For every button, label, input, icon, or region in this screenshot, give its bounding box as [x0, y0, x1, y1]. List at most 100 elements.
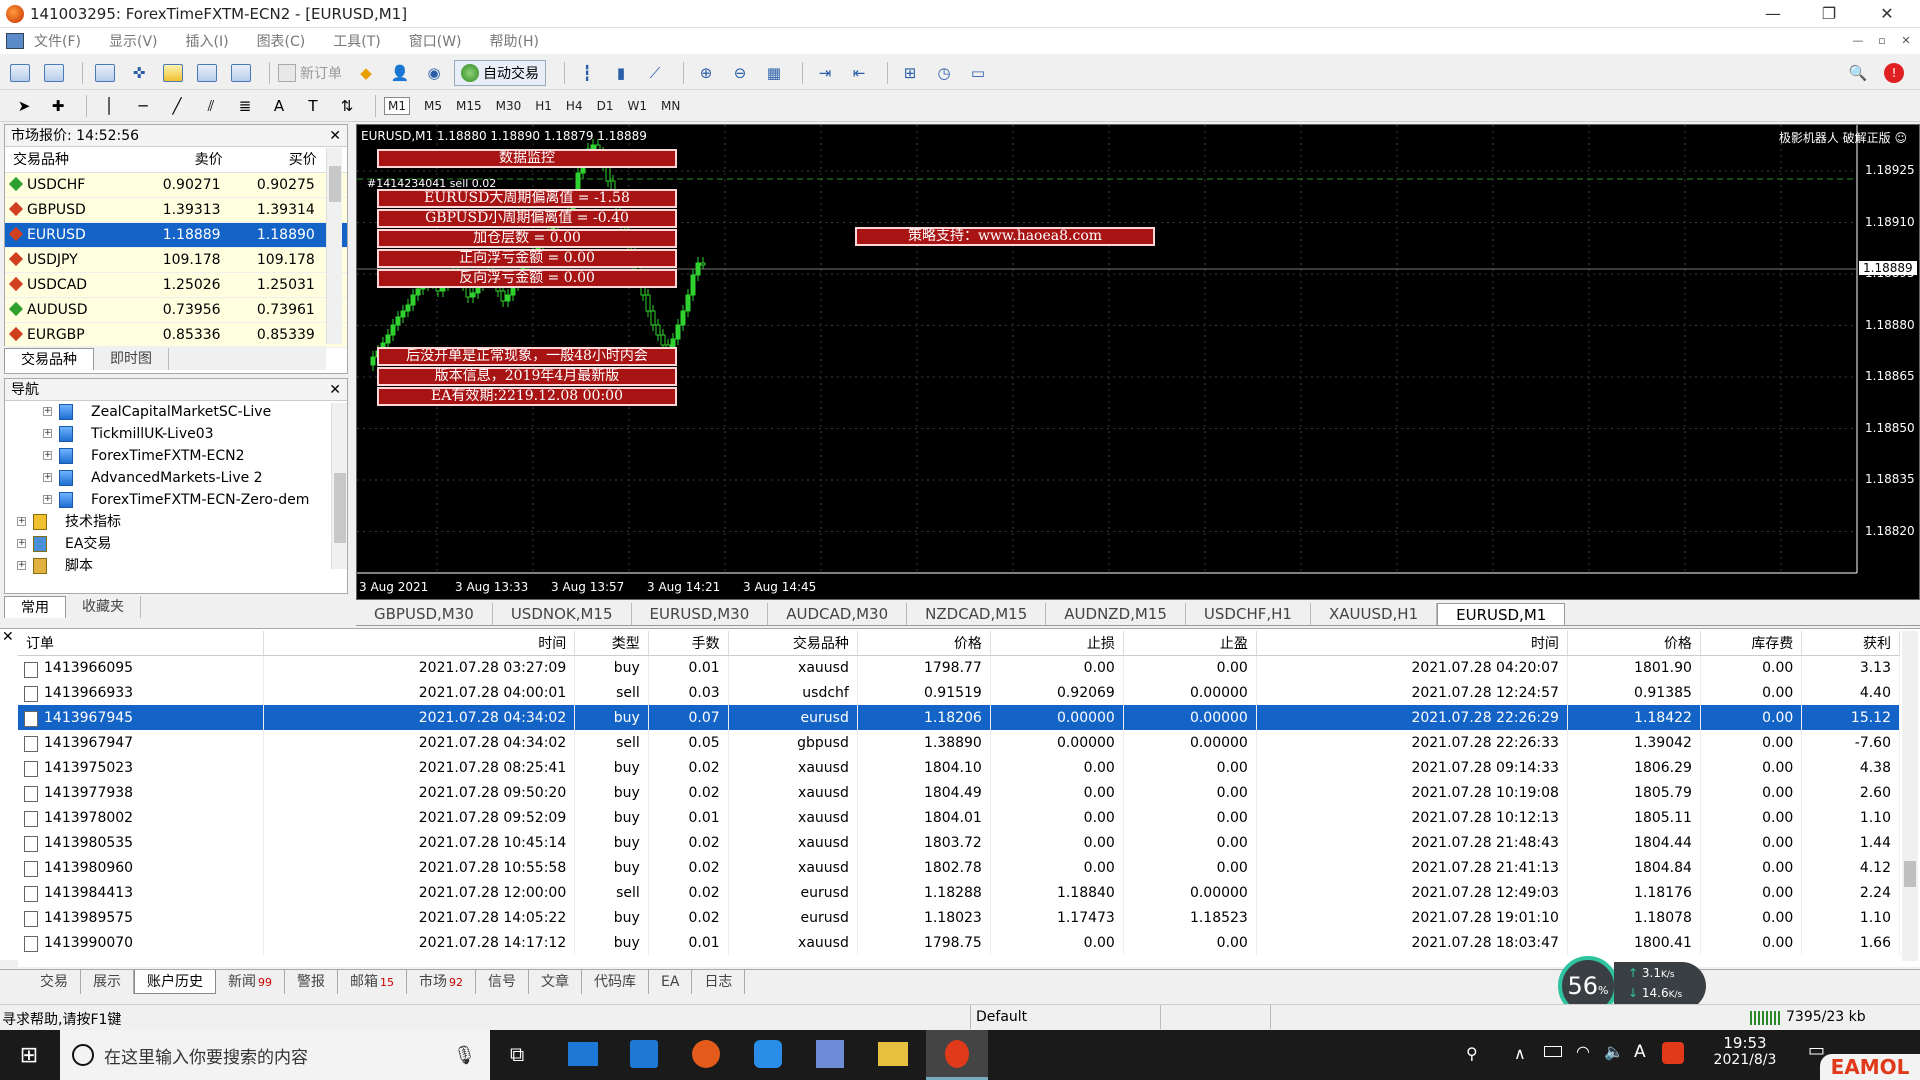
market-watch-scrollbar[interactable] [326, 148, 342, 344]
chart-tab[interactable]: AUDCAD,M30 [768, 603, 908, 625]
chart-tab[interactable]: EURUSD,M30 [632, 603, 769, 625]
sogou-icon[interactable] [1662, 1042, 1684, 1064]
tab-symbols[interactable]: 交易品种 [4, 348, 94, 370]
tile-windows-icon[interactable]: ▦ [760, 60, 788, 86]
menu-help[interactable]: 帮助(H) [490, 31, 539, 51]
navigator-group[interactable]: + 脚本 [5, 555, 347, 577]
crosshair-icon[interactable]: ✜ [125, 60, 153, 86]
restore-button[interactable]: ❐ [1806, 0, 1852, 28]
terminal-tab[interactable]: 展示 [81, 970, 134, 994]
metaeditor-icon[interactable]: ◆ [352, 60, 380, 86]
minimize-button[interactable]: — [1750, 0, 1796, 28]
history-col-header[interactable]: 时间 [1256, 631, 1568, 656]
microphone-icon[interactable]: 🎙 [453, 1045, 476, 1066]
new-chart-icon[interactable] [6, 60, 34, 86]
timeframe-mn[interactable]: MN [661, 99, 680, 113]
timeframe-d1[interactable]: D1 [597, 99, 614, 113]
terminal-tab[interactable]: 信号 [476, 970, 529, 994]
history-col-header[interactable]: 手数 [648, 631, 729, 656]
terminal-icon[interactable] [193, 60, 221, 86]
history-row[interactable]: 1413978002 2021.07.28 09:52:09 buy 0.01 xauu… [18, 805, 1900, 830]
history-col-header[interactable]: 止损 [990, 631, 1124, 656]
profiles-icon[interactable] [40, 60, 68, 86]
mdi-restore-icon[interactable]: ▫ [1872, 32, 1892, 50]
chart-tab[interactable]: AUDNZD,M15 [1046, 603, 1186, 625]
history-row[interactable]: 1413980535 2021.07.28 10:45:14 buy 0.02 xauu… [18, 830, 1900, 855]
ime-indicator[interactable]: A [1634, 1042, 1646, 1062]
timeframe-m1[interactable]: M1 [384, 96, 410, 115]
crosshair-tool-icon[interactable]: ✚ [44, 93, 72, 119]
chart-shift-icon[interactable]: ⇤ [845, 60, 873, 86]
timeframe-h1[interactable]: H1 [535, 99, 552, 113]
navigator-account[interactable]: + AdvancedMarkets-Live 2 [5, 467, 347, 489]
history-scrollbar[interactable] [1902, 631, 1918, 961]
navigator-icon[interactable] [159, 60, 187, 86]
close-icon[interactable]: ✕ [329, 125, 341, 147]
horizontal-line-icon[interactable]: ─ [129, 93, 157, 119]
terminal-tab[interactable]: 日志 [692, 970, 746, 994]
history-row[interactable]: 1413980960 2021.07.28 10:55:58 buy 0.02 xauu… [18, 855, 1900, 880]
auto-trading-button[interactable]: 自动交易 [454, 59, 546, 86]
battery-icon[interactable] [1544, 1046, 1562, 1057]
volume-icon[interactable]: 🔈 [1604, 1042, 1624, 1061]
menu-charts[interactable]: 图表(C) [257, 31, 306, 51]
expand-icon[interactable]: + [43, 451, 52, 460]
expand-icon[interactable]: + [43, 495, 52, 504]
strategy-tester-icon[interactable] [227, 60, 255, 86]
history-row[interactable]: 1413967945 2021.07.28 04:34:02 buy 0.07 euru… [18, 705, 1900, 730]
fibonacci-icon[interactable]: ≣ [231, 93, 259, 119]
zoom-in-icon[interactable]: ⊕ [692, 60, 720, 86]
periods-icon[interactable]: ◷ [930, 60, 958, 86]
start-icon[interactable]: ⊞ [0, 1030, 58, 1080]
history-row[interactable]: 1413975023 2021.07.28 08:25:41 buy 0.02 xauu… [18, 755, 1900, 780]
col-symbol[interactable]: 交易品种 [5, 147, 135, 173]
navigator-account[interactable]: + ZealCapitalMarketSC-Live [5, 401, 347, 423]
wifi-icon[interactable]: ◠ [1576, 1042, 1590, 1061]
col-ask[interactable]: 买价 [228, 147, 323, 173]
arrows-icon[interactable]: ⇅ [333, 93, 361, 119]
chart-tab[interactable]: USDNOK,M15 [493, 603, 632, 625]
clock[interactable]: 19:53 2021/8/3 [1700, 1034, 1790, 1068]
market-watch-row[interactable]: USDCHF0.902710.902754 [5, 172, 347, 198]
market-watch-row[interactable]: USDJPY109.178109.1780 [5, 247, 347, 273]
price-chart[interactable]: EURUSD,M1 1.18880 1.18890 1.18879 1.1888… [356, 124, 1920, 600]
menu-insert[interactable]: 插入(I) [186, 31, 229, 51]
timeframe-w1[interactable]: W1 [627, 99, 647, 113]
close-icon[interactable]: ✕ [329, 379, 341, 401]
remote-desktop-icon[interactable] [816, 1040, 844, 1068]
mt4-active-task[interactable] [926, 1030, 988, 1080]
templates-icon[interactable]: ▭ [964, 60, 992, 86]
zoom-out-icon[interactable]: ⊖ [726, 60, 754, 86]
terminal-tab[interactable]: 文章 [529, 970, 582, 994]
navigator-group[interactable]: + 技术指标 [5, 511, 347, 533]
line-chart-icon[interactable]: ⟋ [641, 60, 669, 86]
browser-icon[interactable] [754, 1040, 782, 1068]
navigator-account[interactable]: + ForexTimeFXTM-ECN2 [5, 445, 347, 467]
terminal-close-icon[interactable]: ✕ [2, 629, 14, 645]
navigator-scrollbar[interactable] [331, 403, 347, 569]
history-col-header[interactable]: 时间 [263, 631, 576, 656]
navigator-account[interactable]: + TickmillUK-Live03 [5, 423, 347, 445]
menu-view[interactable]: 显示(V) [109, 31, 158, 51]
channel-icon[interactable]: ⫽ [197, 93, 225, 119]
search-icon[interactable]: 🔍 [1844, 60, 1872, 86]
strategy-banner[interactable]: 策略支持：www.haoea8.com [855, 227, 1155, 246]
market-watch-row[interactable]: EURUSD1.188891.188901 [5, 222, 347, 248]
candlestick-icon[interactable]: ▮ [607, 60, 635, 86]
tab-common[interactable]: 常用 [4, 596, 66, 618]
history-row[interactable]: 1413967947 2021.07.28 04:34:02 sell 0.05 gbp… [18, 730, 1900, 755]
timeframe-m15[interactable]: M15 [456, 99, 482, 113]
terminal-tab[interactable]: 账户历史 [134, 970, 216, 994]
task-view-icon[interactable]: ⧉ [510, 1042, 524, 1066]
tab-favorites[interactable]: 收藏夹 [66, 596, 141, 618]
terminal-tab[interactable]: EA [649, 970, 693, 994]
chart-tab[interactable]: EURUSD,M1 [1437, 603, 1566, 625]
store-icon[interactable] [630, 1040, 658, 1068]
history-col-header[interactable]: 订单 [18, 631, 265, 656]
navigator-group[interactable]: + EA交易 [5, 533, 347, 555]
bar-chart-icon[interactable]: ┇ [573, 60, 601, 86]
history-row[interactable]: 1413989575 2021.07.28 14:05:22 buy 0.02 euru… [18, 905, 1900, 930]
market-icon[interactable]: ◉ [420, 60, 448, 86]
history-col-header[interactable]: 交易品种 [728, 631, 858, 656]
tab-tick-chart[interactable]: 即时图 [94, 348, 169, 370]
